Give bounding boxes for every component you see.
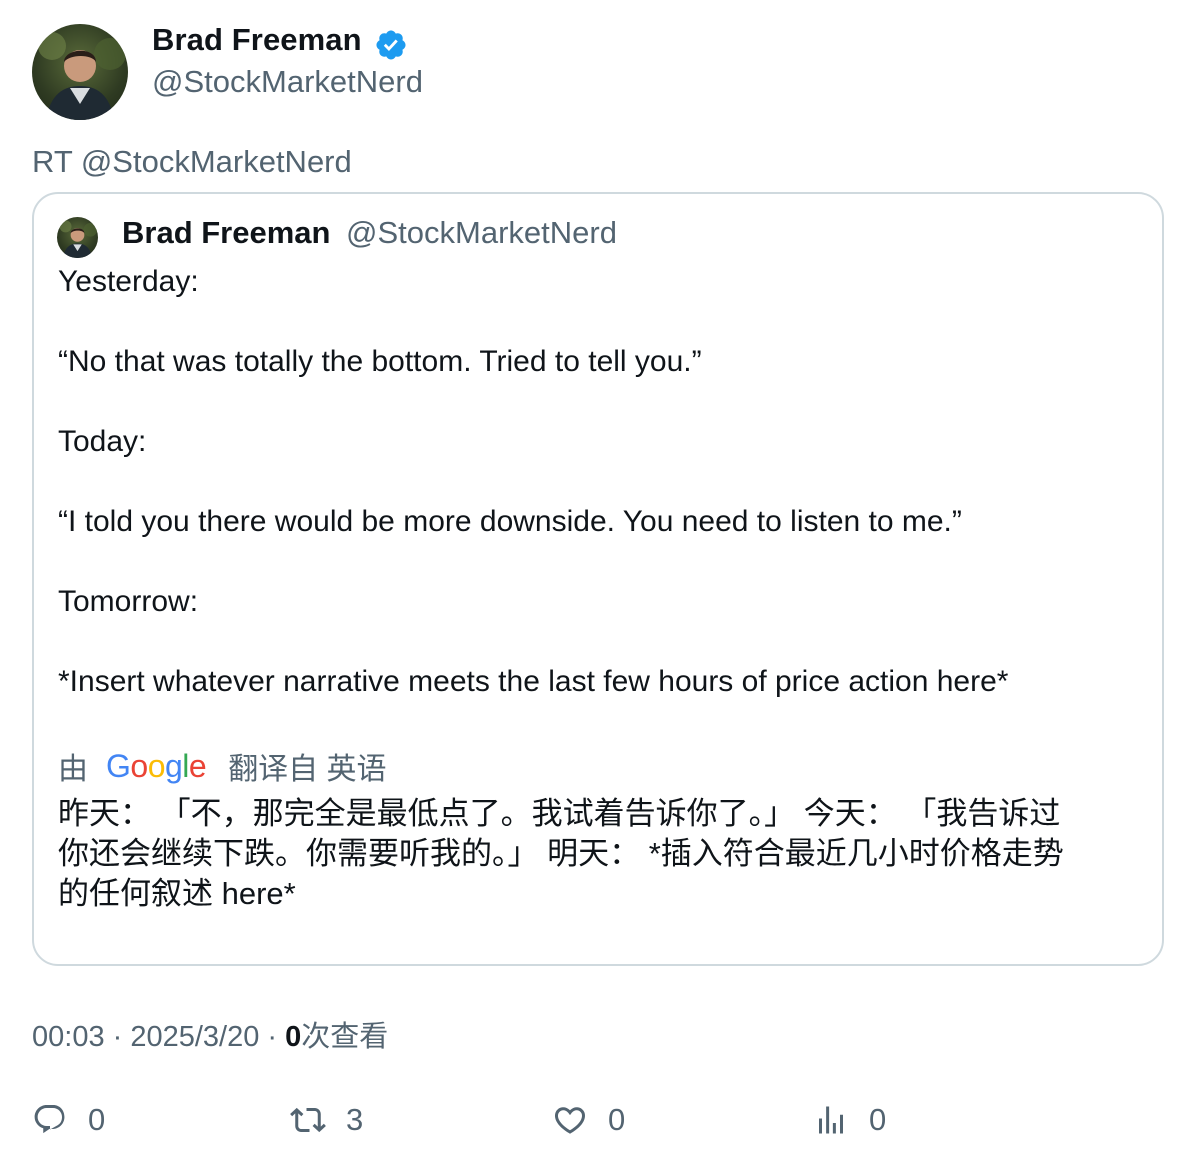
translated-text: 昨天： 「不，那完全是最低点了。我试着告诉你了。」 今天： 「我告诉过 你还会继… <box>58 794 1138 914</box>
views-label: 次查看 <box>301 1021 389 1053</box>
verified-badge-icon <box>376 30 406 60</box>
tweet-date[interactable]: 2025/3/20 <box>130 1021 259 1053</box>
quoted-text-line: *Insert whatever narrative meets the las… <box>58 665 1009 698</box>
heart-icon <box>554 1107 586 1134</box>
translated-text-line: 你还会继续下跌。你需要听我的。」 明天： *插入符合最近几小时价格走势 <box>58 836 1064 871</box>
translated-text-line: 昨天： 「不，那完全是最低点了。我试着告诉你了。」 今天： 「我告诉过 <box>58 796 1061 831</box>
like-button[interactable]: 0 <box>552 1098 625 1142</box>
views-count: 0 <box>285 1021 302 1053</box>
quoted-text-line: “No that was totally the bottom. Tried t… <box>58 345 702 378</box>
tweet-meta: 00:03 · 2025/3/20 · 0次查看 <box>32 1021 389 1053</box>
reply-button[interactable]: 0 <box>32 1098 105 1142</box>
translated-by-label: 由 <box>58 753 88 786</box>
tweet-page: Brad Freeman @StockMarketNerd RT @StockM… <box>0 0 1196 1166</box>
quoted-text-line: Tomorrow: <box>58 585 199 618</box>
views-button[interactable]: 0 <box>813 1098 886 1142</box>
retweet-label: RT @StockMarketNerd <box>32 144 352 179</box>
like-count: 0 <box>608 1102 626 1137</box>
translated-text-line: 的任何叙述 here* <box>58 876 296 911</box>
retweet-button[interactable]: 3 <box>290 1098 363 1142</box>
quoted-text-line: Today: <box>58 425 147 458</box>
quoted-text-line: Yesterday: <box>58 265 199 298</box>
reply-count: 0 <box>88 1102 106 1137</box>
quoted-author-avatar[interactable] <box>57 217 98 258</box>
quoted-author-handle[interactable]: @StockMarketNerd <box>346 215 617 251</box>
analytics-icon <box>819 1106 843 1134</box>
author-name[interactable]: Brad Freeman <box>152 22 362 58</box>
reply-icon <box>34 1105 65 1134</box>
google-logo: Google <box>106 747 207 784</box>
quoted-author-name[interactable]: Brad Freeman <box>122 215 330 251</box>
retweet-count: 3 <box>346 1102 364 1137</box>
translated-from-label: 翻译自 英语 <box>228 753 387 786</box>
views-action-count: 0 <box>869 1102 887 1137</box>
translation-attribution[interactable]: 由 Google 翻译自 英语 <box>58 746 387 787</box>
tweet-time[interactable]: 00:03 <box>32 1021 105 1053</box>
author-handle[interactable]: @StockMarketNerd <box>152 64 423 100</box>
author-avatar[interactable] <box>32 24 128 120</box>
retweet-icon <box>290 1107 326 1133</box>
quoted-text-line: “I told you there would be more downside… <box>58 505 962 538</box>
